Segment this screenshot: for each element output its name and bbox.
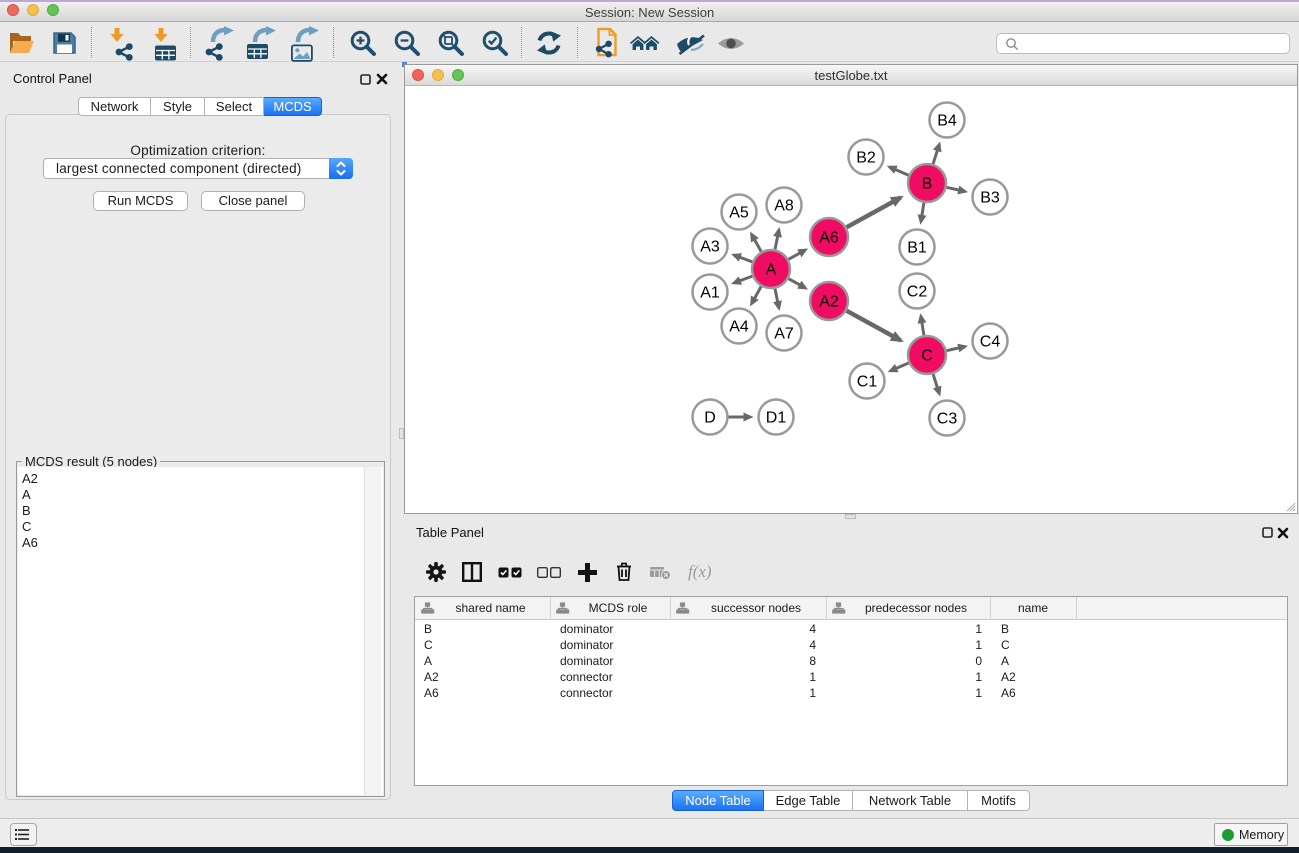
svg-text:A4: A4 [729,319,749,336]
svg-text:B3: B3 [980,190,1000,207]
svg-text:A: A [766,262,777,279]
svg-text:D1: D1 [766,410,787,427]
svg-text:C2: C2 [907,284,928,301]
svg-text:A5: A5 [729,205,749,222]
svg-text:C1: C1 [857,374,878,391]
svg-text:C3: C3 [937,411,958,428]
svg-text:A2: A2 [819,294,839,311]
svg-text:B2: B2 [856,150,876,167]
svg-text:A6: A6 [819,230,839,247]
svg-text:D: D [704,410,716,427]
svg-text:A1: A1 [700,285,720,302]
svg-text:B: B [922,176,933,193]
svg-text:A3: A3 [700,239,720,256]
svg-text:C: C [921,348,933,365]
svg-text:A7: A7 [774,326,794,343]
svg-text:B1: B1 [907,240,927,257]
svg-text:C4: C4 [980,334,1001,351]
svg-text:A8: A8 [774,198,794,215]
svg-text:B4: B4 [937,113,957,130]
